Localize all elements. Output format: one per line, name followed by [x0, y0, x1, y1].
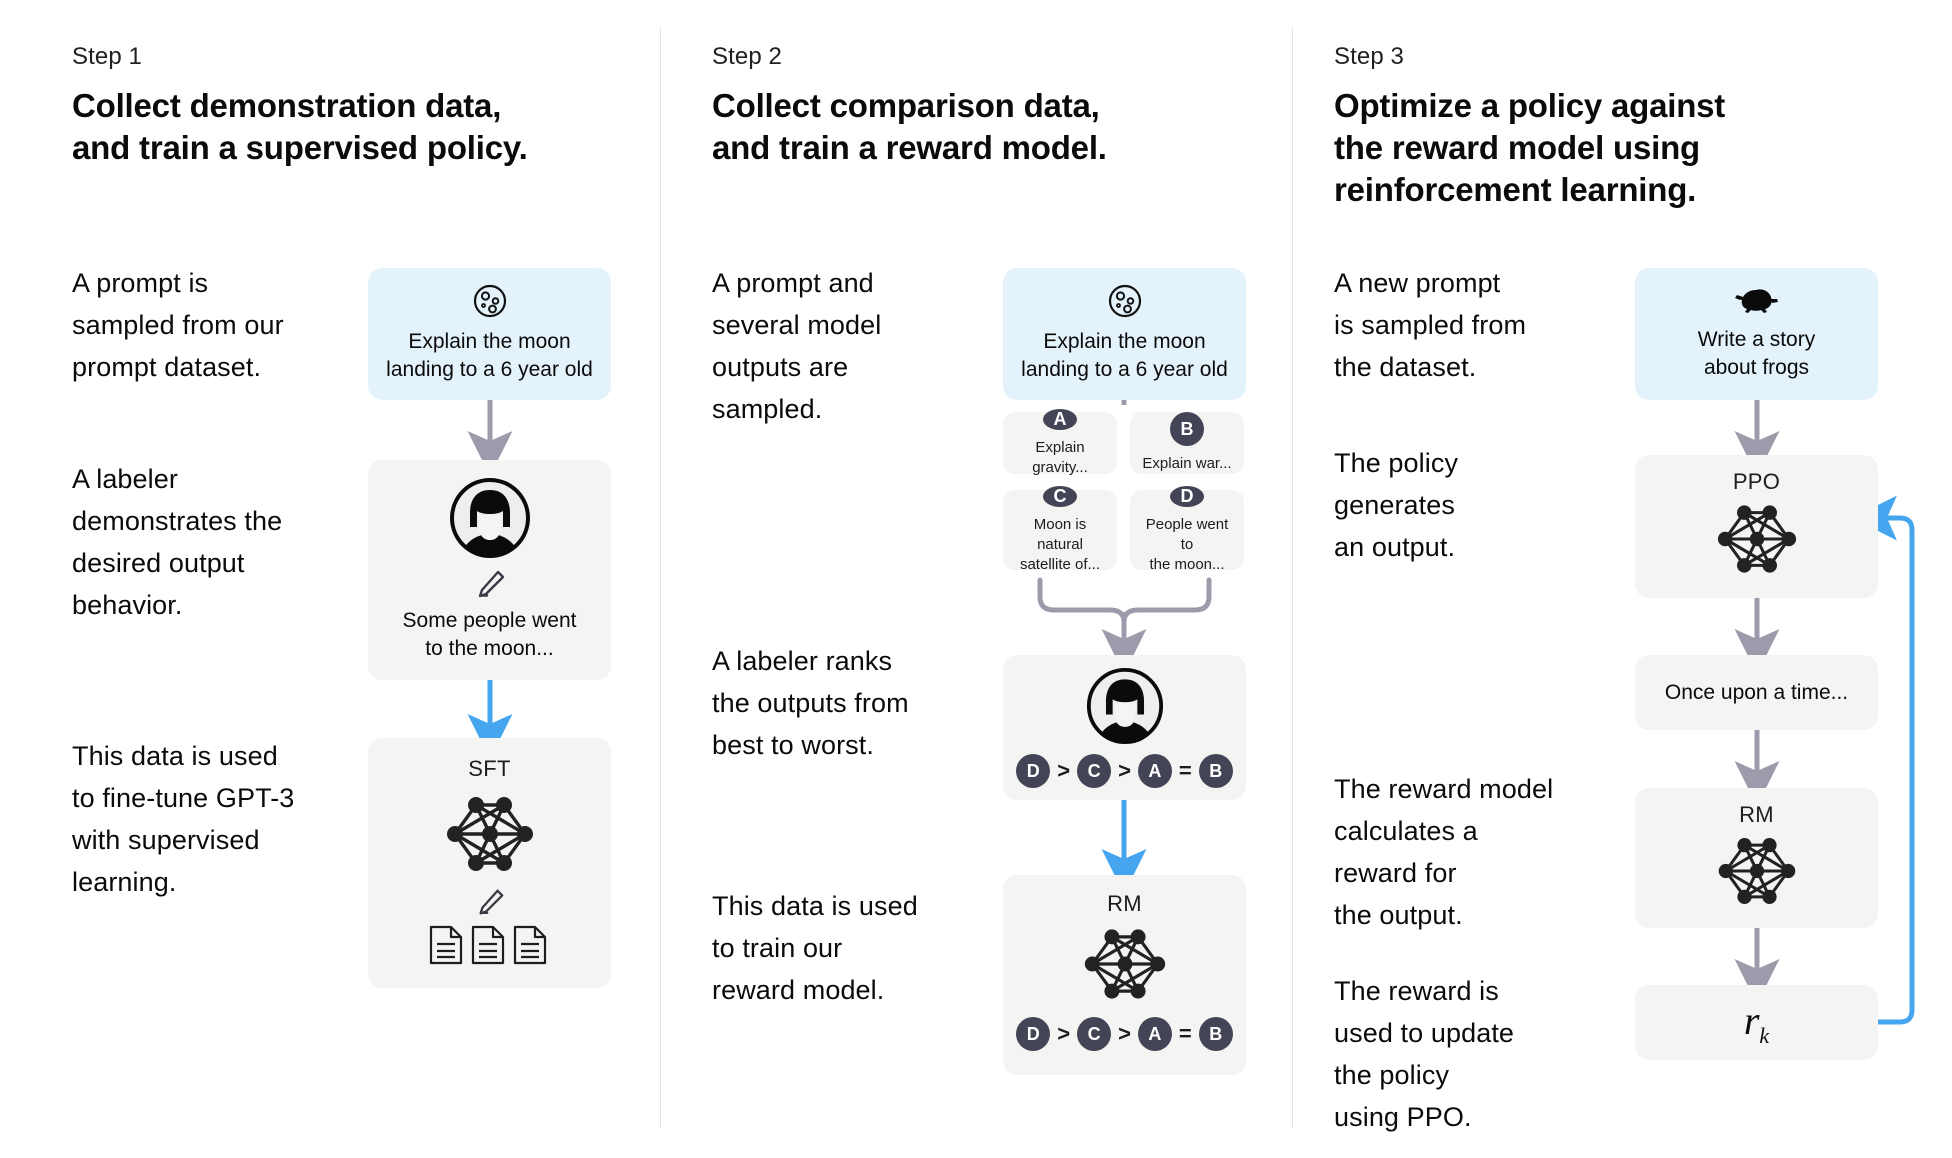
step-2-rm-ranking-row: D > C > A = B — [1016, 1017, 1233, 1051]
step-3-ppo-title: PPO — [1732, 469, 1781, 494]
rank-badge-4: B — [1198, 754, 1233, 788]
step-1-label: Step 1 — [72, 43, 142, 70]
pencil-icon — [473, 567, 507, 601]
documents-icon — [427, 924, 552, 966]
rank-op-3: = — [1178, 758, 1192, 783]
step-2-output-c[interactable]: C Moon is natural satellite of... — [1003, 485, 1117, 573]
neural-network-icon — [1073, 921, 1177, 1007]
labeler-avatar-icon — [1086, 667, 1164, 745]
step-1-sft-title: SFT — [468, 756, 511, 781]
step-2-prompt-text: Explain the moon landing to a 6 year old — [1021, 330, 1228, 381]
neural-network-icon — [1707, 497, 1807, 581]
step-1-labeler-text: Some people went to the moon... — [402, 609, 577, 660]
step-1-prompt-card[interactable]: Explain the moon landing to a 6 year old — [368, 268, 611, 400]
step-2-output-b-text: Explain war... — [1142, 455, 1232, 472]
frog-icon — [1734, 286, 1780, 316]
step-3-label: Step 3 — [1334, 43, 1404, 70]
step-3-prompt-card[interactable]: Write a story about frogs — [1635, 268, 1878, 400]
step-2-paragraph-3: This data is used to train our reward mo… — [712, 891, 918, 1005]
step-2-prompt-card[interactable]: Explain the moon landing to a 6 year old — [1003, 268, 1246, 400]
step-3-title: Optimize a policy against the reward mod… — [1334, 87, 1726, 208]
rank-op-1: > — [1057, 758, 1071, 783]
badge-a: A — [1043, 408, 1077, 430]
step-2-paragraph-2: A labeler ranks the outputs from best to… — [712, 646, 909, 760]
step-3-ppo-card[interactable]: PPO — [1635, 455, 1878, 598]
step-3-paragraph-1: A new prompt is sampled from the dataset… — [1334, 268, 1527, 382]
step-1-sft-card[interactable]: SFT — [368, 738, 611, 988]
badge-b: B — [1170, 412, 1204, 446]
step-3-paragraph-2: The policy generates an output. — [1334, 448, 1459, 562]
step-3-rm-card[interactable]: RM — [1635, 788, 1878, 928]
reward-symbol: rk — [1744, 997, 1769, 1049]
step-3-rm-title: RM — [1739, 802, 1774, 827]
labeler-avatar-icon — [449, 477, 531, 559]
badge-c: C — [1043, 485, 1077, 507]
rm-rank-badge-1: D — [1016, 1017, 1051, 1051]
step-1-column: Step 1 Collect demonstration data, and t… — [0, 0, 660, 1158]
rm-rank-op-1: > — [1057, 1021, 1071, 1046]
rm-rank-op-2: > — [1118, 1021, 1131, 1046]
rank-op-2: > — [1118, 758, 1131, 783]
step-3-reward-card[interactable]: rk — [1635, 985, 1878, 1060]
rlhf-diagram: Step 1 Collect demonstration data, and t… — [0, 0, 1952, 1158]
step-2-rm-card[interactable]: RM D > C > A = B — [1003, 875, 1246, 1075]
step-3-prompt-text: Write a story about frogs — [1697, 328, 1816, 379]
step-2-label: Step 2 — [712, 43, 782, 70]
step-2-title: Collect comparison data, and train a rew… — [712, 87, 1107, 166]
rm-rank-badge-2: C — [1077, 1017, 1112, 1051]
step-2-output-b[interactable]: B Explain war... — [1130, 412, 1244, 474]
step-3-output-card[interactable]: Once upon a time... — [1635, 655, 1878, 730]
step-2-ranking-row: D > C > A = B — [1016, 754, 1233, 788]
step-2-output-a[interactable]: A Explain gravity... — [1003, 408, 1117, 476]
moon-icon — [473, 284, 507, 318]
step-2-output-c-text: Moon is natural satellite of... — [1019, 515, 1101, 573]
step-2-output-d-text: People went to the moon... — [1145, 515, 1229, 573]
reward-symbol-base: r — [1743, 997, 1760, 1043]
reward-symbol-subscript: k — [1759, 1022, 1770, 1048]
step-2-ranking-card[interactable]: D > C > A = B — [1003, 655, 1246, 800]
step-3-column: Step 3 Optimize a policy against the rew… — [1292, 0, 1952, 1158]
neural-network-icon — [1708, 830, 1806, 912]
step-1-prompt-text: Explain the moon landing to a 6 year old — [386, 330, 593, 381]
step-2-output-a-text: Explain gravity... — [1032, 438, 1088, 476]
step-3-paragraph-4: The reward is used to update the policy … — [1334, 976, 1515, 1132]
moon-icon — [1108, 284, 1142, 318]
neural-network-icon — [435, 788, 545, 880]
rm-rank-op-3: = — [1178, 1021, 1192, 1046]
rm-rank-badge-3: A — [1137, 1017, 1172, 1051]
step-1-paragraph-1: A prompt is sampled from our prompt data… — [72, 268, 284, 382]
step-3-output-text: Once upon a time... — [1664, 680, 1849, 704]
rank-badge-2: C — [1077, 754, 1112, 788]
step-1-title: Collect demonstration data, and train a … — [72, 87, 528, 166]
step-1-labeler-card[interactable]: Some people went to the moon... — [368, 460, 611, 680]
badge-d: D — [1170, 485, 1204, 507]
pencil-icon — [474, 886, 506, 918]
step-2-column: Step 2 Collect comparison data, and trai… — [660, 0, 1292, 1158]
step-1-paragraph-3: This data is used to fine-tune GPT-3 wit… — [72, 741, 295, 897]
step-2-rm-title: RM — [1107, 891, 1142, 916]
rank-badge-1: D — [1016, 754, 1051, 788]
step-3-paragraph-3: The reward model calculates a reward for… — [1334, 774, 1554, 930]
rank-badge-3: A — [1137, 754, 1172, 788]
rm-rank-badge-4: B — [1198, 1017, 1233, 1051]
step-1-paragraph-2: A labeler demonstrates the desired outpu… — [72, 464, 283, 620]
step-2-paragraph-1: A prompt and several model outputs are s… — [712, 268, 882, 424]
step-2-output-d[interactable]: D People went to the moon... — [1130, 485, 1244, 573]
